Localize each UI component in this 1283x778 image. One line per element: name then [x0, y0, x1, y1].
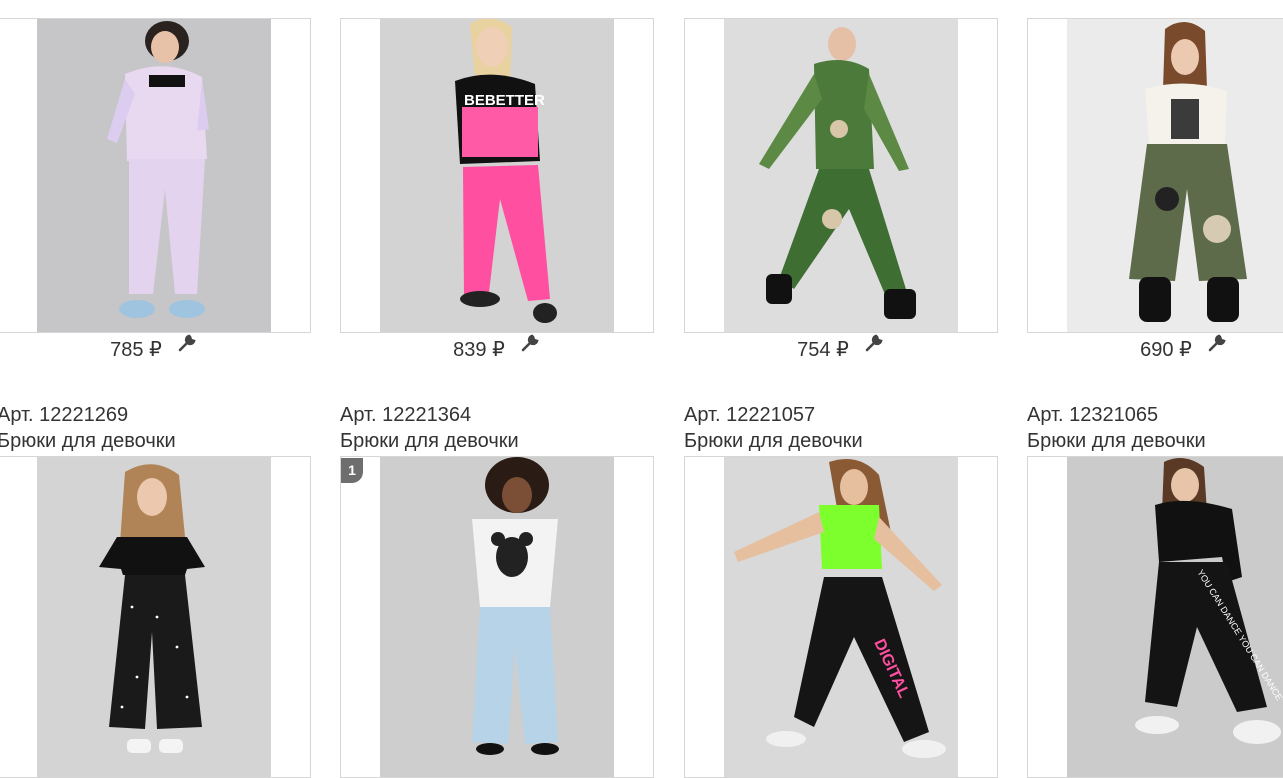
product-photo[interactable]: [380, 457, 614, 777]
product-photo-illustration: BEBETTER: [380, 19, 614, 332]
product-image-frame[interactable]: 1: [340, 456, 654, 778]
product-image-frame[interactable]: [1027, 18, 1283, 333]
product-price: 690 ₽: [1140, 339, 1192, 361]
product-photo-illustration: [380, 457, 614, 777]
product-photo-illustration: DIGITAL: [724, 457, 958, 777]
product-name[interactable]: Брюки для девочки: [340, 430, 519, 453]
product-name[interactable]: Брюки для девочки: [0, 430, 176, 453]
product-photo-illustration: YOU CAN DANCE YOU CAN DANCE: [1067, 457, 1283, 777]
product-image-frame[interactable]: YOU CAN DANCE YOU CAN DANCE: [1027, 456, 1283, 778]
product-photo-illustration: [724, 19, 958, 332]
product-photo[interactable]: DIGITAL: [724, 457, 958, 777]
price-row: 839 ₽: [340, 334, 652, 362]
wrench-icon[interactable]: [178, 334, 196, 352]
product-name[interactable]: Брюки для девочки: [684, 430, 863, 453]
product-image-frame[interactable]: BEBETTER: [340, 18, 654, 333]
wrench-icon[interactable]: [865, 334, 883, 352]
product-image-frame[interactable]: [684, 18, 998, 333]
svg-text:BEBETTER: BEBETTER: [464, 92, 545, 109]
product-photo[interactable]: [724, 19, 958, 332]
product-sku: Арт. 12321065: [1027, 404, 1159, 426]
product-price: 839 ₽: [453, 339, 505, 361]
product-image-frame[interactable]: [0, 456, 311, 778]
product-sku: Арт. 12221364: [340, 404, 472, 426]
wrench-icon[interactable]: [1208, 334, 1226, 352]
product-photo[interactable]: BEBETTER: [380, 19, 614, 332]
product-price: 785 ₽: [110, 339, 162, 361]
image-count-badge: 1: [341, 458, 363, 483]
product-photo[interactable]: [1067, 19, 1283, 332]
price-row: 785 ₽: [0, 334, 309, 362]
product-photo[interactable]: [37, 19, 271, 332]
product-sku: Арт. 12221269: [0, 404, 129, 426]
product-price: 754 ₽: [797, 339, 849, 361]
product-photo-illustration: [37, 457, 271, 777]
product-image-frame[interactable]: DIGITAL: [684, 456, 998, 778]
product-photo-illustration: [37, 19, 271, 332]
product-name[interactable]: Брюки для девочки: [1027, 430, 1206, 453]
wrench-icon[interactable]: [521, 334, 539, 352]
product-photo-illustration: [1067, 19, 1283, 332]
product-photo[interactable]: YOU CAN DANCE YOU CAN DANCE: [1067, 457, 1283, 777]
product-photo[interactable]: [37, 457, 271, 777]
price-row: 754 ₽: [684, 334, 996, 362]
price-row: 690 ₽: [1027, 334, 1283, 362]
product-sku: Арт. 12221057: [684, 404, 816, 426]
product-image-frame[interactable]: [0, 18, 311, 333]
